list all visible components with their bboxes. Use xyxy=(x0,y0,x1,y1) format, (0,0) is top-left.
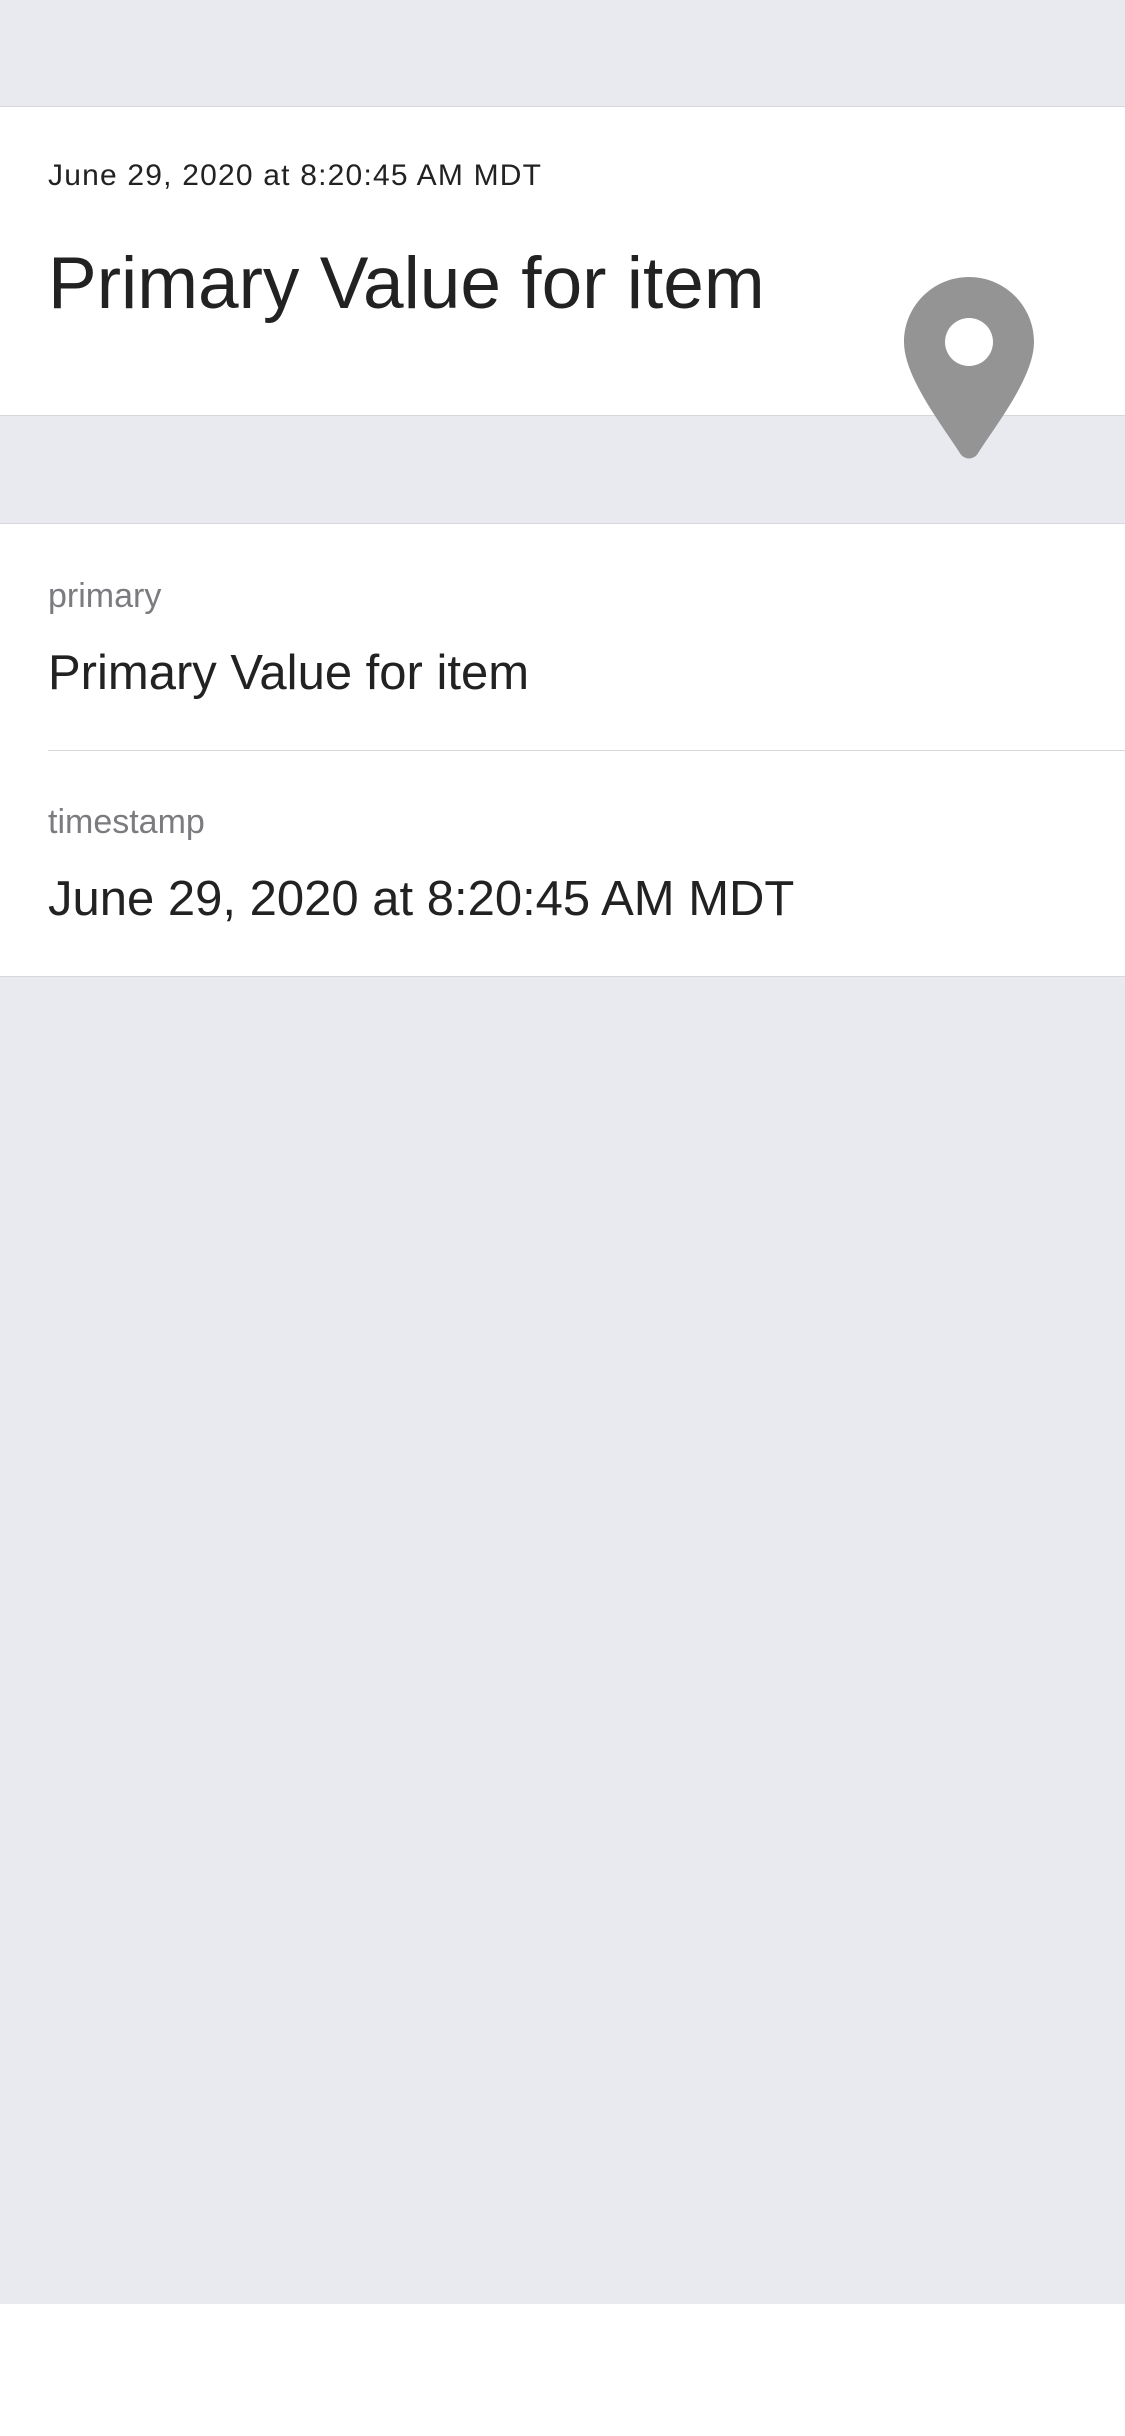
empty-content-area xyxy=(0,977,1125,2310)
header-timestamp: June 29, 2020 at 8:20:45 AM MDT xyxy=(48,159,543,192)
record-title: Primary Value for item xyxy=(48,243,765,324)
record-header-card: June 29, 2020 at 8:20:45 AM MDT Primary … xyxy=(0,106,1125,459)
bottom-safe-area xyxy=(0,2304,1125,2436)
detail-value: Primary Value for item xyxy=(48,646,530,700)
record-details-list: primary Primary Value for item timestamp… xyxy=(0,523,1125,977)
map-pin-icon xyxy=(904,277,1034,459)
detail-row-primary: primary Primary Value for item xyxy=(0,524,1125,750)
detail-value: June 29, 2020 at 8:20:45 AM MDT xyxy=(48,872,795,926)
top-spacer xyxy=(0,0,1125,106)
detail-row-timestamp: timestamp June 29, 2020 at 8:20:45 AM MD… xyxy=(0,750,1125,976)
detail-label: timestamp xyxy=(48,803,205,841)
detail-label: primary xyxy=(48,577,162,615)
